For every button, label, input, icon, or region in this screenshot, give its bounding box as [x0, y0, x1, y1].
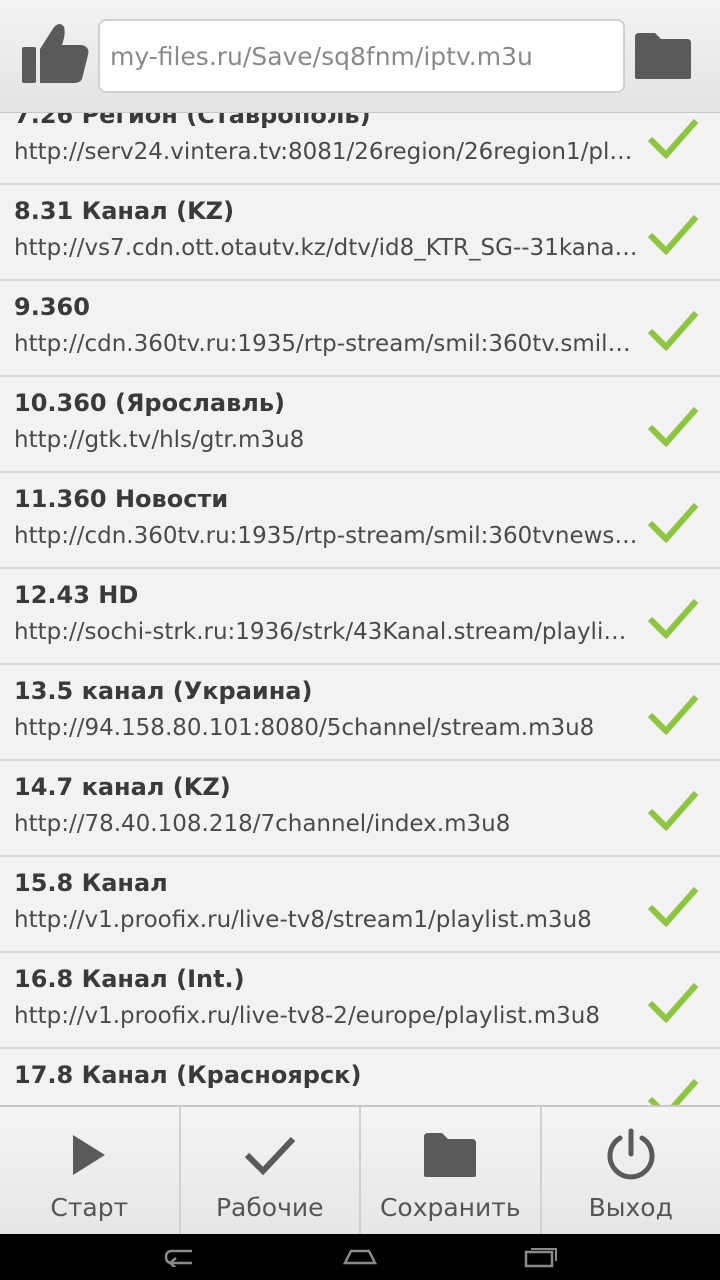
working-check-icon [646, 883, 700, 929]
channel-url: http://sochi-strk.ru:1936/strk/43Kanal.s… [14, 619, 638, 645]
thumbs-up-icon [22, 24, 89, 83]
channel-title: 15.8 Канал [14, 869, 168, 897]
channel-title: 9.360 [14, 293, 90, 321]
working-check-icon [646, 787, 700, 833]
working-button[interactable]: Рабочие [181, 1107, 361, 1234]
channel-url: http://vs7.cdn.ott.otautv.kz/dtv/id8_KTR… [14, 235, 638, 261]
start-button[interactable]: Старт [0, 1107, 181, 1234]
exit-button[interactable]: Выход [542, 1107, 720, 1234]
working-check-icon [646, 691, 700, 737]
channel-url: http://94.158.80.101:8080/5channel/strea… [14, 715, 595, 741]
power-icon [607, 1128, 655, 1180]
channel-url: http://78.40.108.218/7channel/index.m3u8 [14, 811, 511, 837]
nav-recents-button[interactable] [510, 1242, 570, 1272]
channel-row[interactable]: 13.5 канал (Украина) http://94.158.80.101… [0, 665, 720, 761]
check-icon [244, 1136, 295, 1176]
working-check-icon [646, 979, 700, 1025]
working-check-icon [646, 115, 700, 161]
folder-icon [424, 1133, 477, 1177]
channel-title: 10.360 (Ярославль) [14, 389, 285, 417]
folder-icon [635, 33, 691, 79]
channel-list[interactable]: 7.26 Регион (Ставрополь) http://serv24.vi… [0, 113, 720, 1105]
channel-title: 17.8 Канал (Красноярск) [14, 1061, 362, 1089]
channel-url: http://cdn.360tv.ru:1935/rtp-stream/smil… [14, 331, 638, 357]
channel-title: 7.26 Регион (Ставрополь) [14, 113, 371, 129]
back-icon [164, 1249, 192, 1267]
channel-row[interactable]: 8.31 Канал (KZ) http://vs7.cdn.ott.otautv… [0, 185, 720, 281]
channel-title: 8.31 Канал (KZ) [14, 197, 235, 225]
play-icon [73, 1135, 106, 1175]
channel-url: http://gtk.tv/hls/gtr.m3u8 [14, 427, 305, 453]
channel-row[interactable]: 10.360 (Ярославль) http://gtk.tv/hls/gtr.… [0, 377, 720, 473]
save-label: Сохранить [379, 1193, 521, 1222]
channel-row[interactable]: 7.26 Регион (Ставрополь) http://serv24.vi… [0, 113, 720, 185]
channel-title: 11.360 Новости [14, 485, 229, 513]
like-button[interactable] [16, 18, 94, 90]
working-check-icon [646, 307, 700, 353]
home-icon [342, 1249, 378, 1265]
working-label: Рабочие [215, 1193, 324, 1222]
playlist-url-input[interactable] [98, 19, 625, 93]
top-bar [0, 0, 720, 113]
channel-url: http://v1.proofix.ru/live-tv8/stream1/pl… [14, 907, 592, 933]
channel-row[interactable]: 12.43 HD http://sochi-strk.ru:1936/strk/4… [0, 569, 720, 665]
channel-title: 16.8 Канал (Int.) [14, 965, 245, 993]
channel-url: http://v1.proofix.ru/live-tv8-2/europe/p… [14, 1003, 600, 1029]
working-check-icon [646, 1075, 700, 1105]
channel-title: 13.5 канал (Украина) [14, 677, 313, 705]
channel-url: http://serv24.vintera.tv:8081/26region/2… [14, 139, 638, 165]
save-button[interactable]: Сохранить [361, 1107, 542, 1234]
working-check-icon [646, 595, 700, 641]
recents-icon [524, 1248, 557, 1268]
channel-row[interactable]: 14.7 канал (KZ) http://78.40.108.218/7cha… [0, 761, 720, 857]
channel-title: 14.7 канал (KZ) [14, 773, 231, 801]
exit-label: Выход [588, 1193, 673, 1222]
channel-row[interactable]: 9.360 http://cdn.360tv.ru:1935/rtp-stream… [0, 281, 720, 377]
channel-row[interactable]: 16.8 Канал (Int.) http://v1.proofix.ru/li… [0, 953, 720, 1049]
channel-url: http://cdn.360tv.ru:1935/rtp-stream/smil… [14, 523, 638, 549]
channel-row[interactable]: 11.360 Новости http://cdn.360tv.ru:1935/r… [0, 473, 720, 569]
open-folder-button[interactable] [631, 28, 695, 84]
working-check-icon [646, 211, 700, 257]
system-nav-bar [0, 1234, 720, 1280]
start-label: Старт [50, 1193, 129, 1222]
nav-home-button[interactable] [330, 1242, 390, 1272]
nav-back-button[interactable] [150, 1242, 210, 1272]
working-check-icon [646, 403, 700, 449]
channel-row[interactable]: 17.8 Канал (Красноярск) [0, 1049, 720, 1105]
channel-title: 12.43 HD [14, 581, 139, 609]
bottom-toolbar: Старт Рабочие Сохранить Выход [0, 1105, 720, 1234]
working-check-icon [646, 499, 700, 545]
channel-list-inner: 7.26 Регион (Ставрополь) http://serv24.vi… [0, 113, 720, 1105]
channel-row[interactable]: 15.8 Канал http://v1.proofix.ru/live-tv8/… [0, 857, 720, 953]
